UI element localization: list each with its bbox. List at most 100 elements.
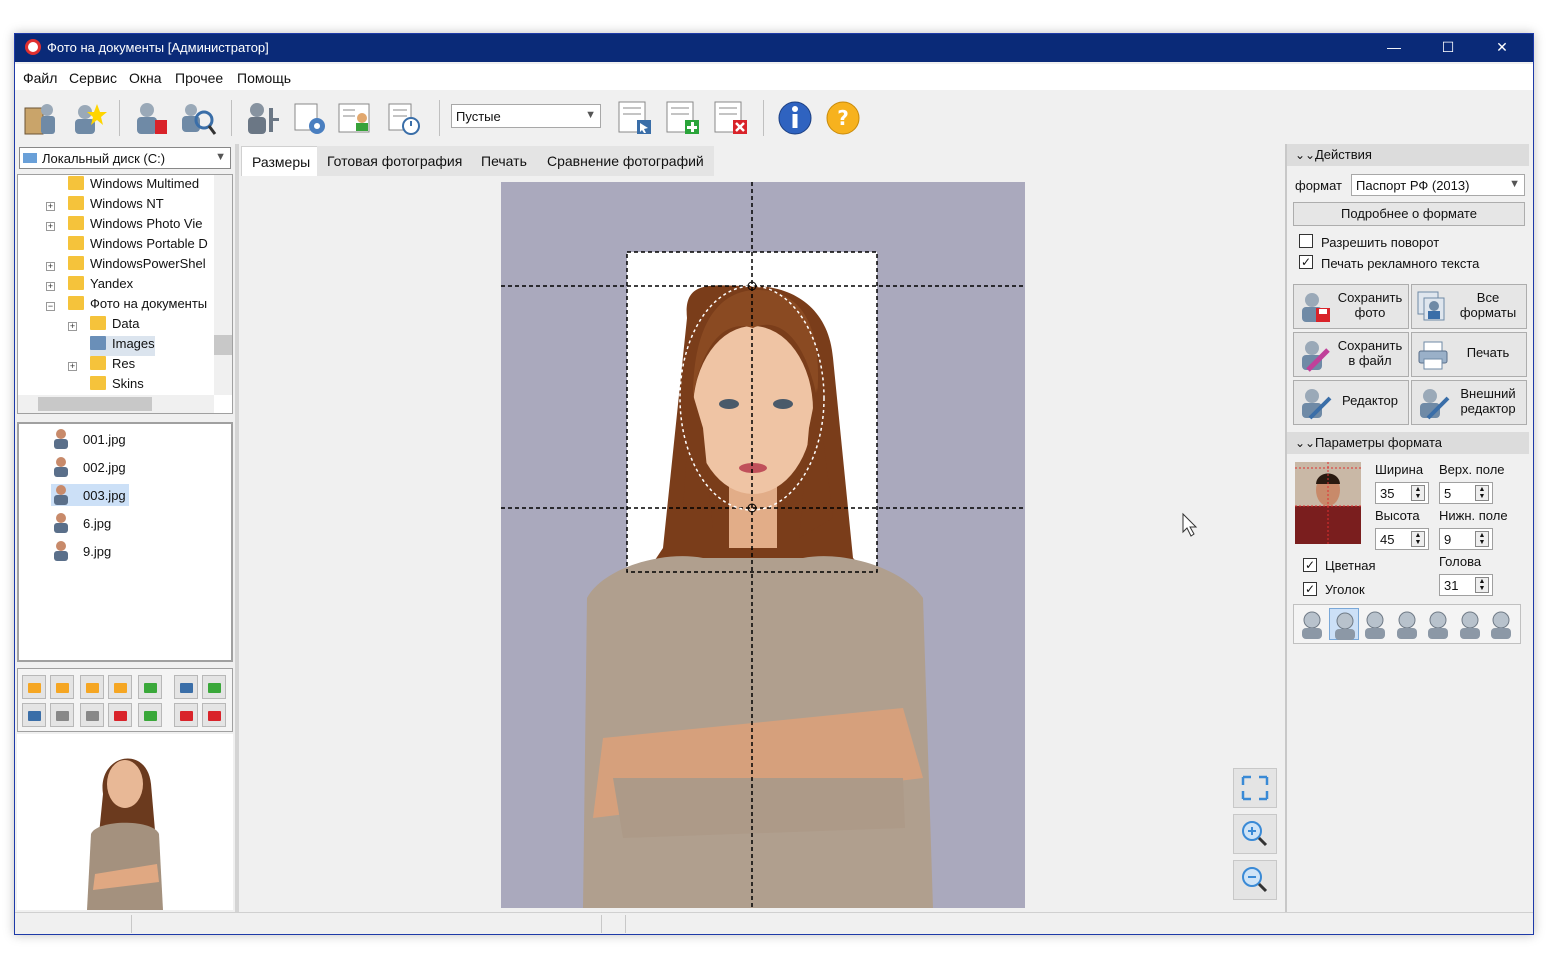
menu-windows[interactable]: Окна [129, 70, 162, 86]
help-icon[interactable]: ? [823, 98, 863, 138]
color-checkbox[interactable]: ✓ [1303, 558, 1317, 572]
find-photo-icon[interactable] [177, 98, 217, 138]
tree-item[interactable]: Windows Portable D [68, 236, 208, 256]
text-color-icon[interactable] [174, 703, 198, 727]
drive-select[interactable]: Локальный диск (C:) ▼ [19, 147, 231, 169]
list-item[interactable]: 6.jpg [51, 512, 111, 534]
format-details-button[interactable]: Подробнее о формате [1293, 202, 1525, 226]
expand-icon[interactable]: + [46, 202, 55, 211]
print-ad-checkbox[interactable]: ✓ [1299, 255, 1313, 269]
head-preset-button[interactable] [1328, 608, 1359, 640]
tree-item[interactable]: Yandex [68, 276, 133, 296]
clear-photo-icon[interactable] [131, 98, 171, 138]
menu-help[interactable]: Помощь [237, 70, 291, 86]
keys-icon[interactable] [243, 98, 283, 138]
width-stepper[interactable]: 35 ▲ ▼ [1375, 482, 1429, 504]
export-folder-icon[interactable] [138, 675, 162, 699]
menu-service[interactable]: Сервис [69, 70, 117, 86]
info-icon[interactable] [775, 98, 815, 138]
move-up-icon[interactable] [50, 703, 74, 727]
expand-icon[interactable]: + [46, 282, 55, 291]
select-item-icon[interactable] [615, 98, 655, 138]
rename-icon[interactable] [22, 703, 46, 727]
tree-item[interactable]: Windows Multimed [68, 176, 199, 196]
allow-rotate-checkbox[interactable] [1299, 234, 1313, 248]
scrollbar-thumb[interactable] [214, 335, 232, 355]
menu-file[interactable]: Файл [23, 70, 57, 86]
tab-print[interactable]: Печать [471, 146, 537, 176]
refresh-down-icon[interactable] [202, 675, 226, 699]
import-text-icon[interactable] [174, 675, 198, 699]
list-item-selected[interactable]: 003.jpg [51, 484, 129, 506]
maximize-button[interactable]: ☐ [1421, 34, 1475, 62]
spin-arrows-icon[interactable]: ▲ ▼ [1475, 531, 1489, 547]
close-button[interactable]: ✕ [1475, 34, 1529, 62]
vertical-scrollbar[interactable] [214, 175, 232, 395]
collapse-icon[interactable]: − [46, 302, 55, 311]
tree-item[interactable]: Windows NT [68, 196, 164, 216]
card-icon[interactable] [335, 98, 375, 138]
zoom-in-button[interactable] [1233, 814, 1277, 854]
head-preset-button[interactable] [1392, 608, 1422, 640]
spin-arrows-icon[interactable]: ▲ ▼ [1475, 485, 1489, 501]
expand-icon[interactable]: + [46, 222, 55, 231]
sync-icon[interactable] [138, 703, 162, 727]
bottom-margin-stepper[interactable]: 9 ▲ ▼ [1439, 528, 1493, 550]
format-select[interactable]: Паспорт РФ (2013) ▼ [1351, 174, 1525, 196]
tree-item[interactable]: Skins [90, 376, 144, 396]
list-item[interactable]: 002.jpg [51, 456, 126, 478]
list-item[interactable]: 9.jpg [51, 540, 111, 562]
fit-to-window-button[interactable] [1233, 768, 1277, 808]
copy-folder-icon[interactable] [108, 675, 132, 699]
tree-item[interactable]: Res [90, 356, 135, 376]
tab-compare[interactable]: Сравнение фотографий [537, 146, 714, 176]
format-params-header[interactable]: ⌄⌄ Параметры формата [1287, 432, 1529, 454]
expand-icon[interactable]: + [68, 362, 77, 371]
spin-arrows-icon[interactable]: ▲ ▼ [1411, 531, 1425, 547]
head-stepper[interactable]: 31 ▲ ▼ [1439, 574, 1493, 596]
expand-icon[interactable]: + [68, 322, 77, 331]
open-folder-icon[interactable] [21, 98, 61, 138]
settings-icon[interactable] [289, 98, 329, 138]
all-formats-button[interactable]: Все форматы [1411, 284, 1527, 329]
corner-checkbox[interactable]: ✓ [1303, 582, 1317, 596]
remove-item-icon[interactable] [711, 98, 751, 138]
tree-item[interactable]: Data [90, 316, 139, 336]
new-folder-icon[interactable] [80, 675, 104, 699]
tree-item[interactable]: WindowsPowerShel [68, 256, 206, 276]
splitter[interactable] [235, 144, 239, 912]
photo-canvas[interactable] [243, 178, 1283, 908]
minimize-button[interactable]: — [1367, 34, 1421, 62]
delete-file-icon[interactable] [108, 703, 132, 727]
head-preset-button[interactable] [1486, 608, 1516, 640]
top-margin-stepper[interactable]: 5 ▲ ▼ [1439, 482, 1493, 504]
tree-item[interactable]: Фото на документы [68, 296, 207, 316]
spin-arrows-icon[interactable]: ▲ ▼ [1475, 577, 1489, 593]
head-preset-button[interactable] [1423, 608, 1453, 640]
print-button[interactable]: Печать [1411, 332, 1527, 377]
head-preset-button[interactable] [1455, 608, 1485, 640]
external-editor-button[interactable]: Внешний редактор [1411, 380, 1527, 425]
add-folder-icon[interactable] [22, 675, 46, 699]
new-photo-icon[interactable] [67, 98, 107, 138]
schedule-icon[interactable] [383, 98, 423, 138]
save-photo-button[interactable]: Сохранить фото [1293, 284, 1409, 329]
filter-select[interactable]: Пустые ▼ [451, 104, 601, 128]
move-down-icon[interactable] [80, 703, 104, 727]
tree-item-selected[interactable]: Images [90, 336, 155, 356]
height-stepper[interactable]: 45 ▲ ▼ [1375, 528, 1429, 550]
remove-folder-icon[interactable] [50, 675, 74, 699]
zoom-out-button[interactable] [1233, 860, 1277, 900]
spin-arrows-icon[interactable]: ▲ ▼ [1411, 485, 1425, 501]
head-preset-button[interactable] [1360, 608, 1390, 640]
menu-other[interactable]: Прочее [175, 70, 223, 86]
actions-header[interactable]: ⌄⌄ Действия [1287, 144, 1529, 166]
tab-ready-photo[interactable]: Готовая фотография [317, 146, 473, 176]
add-item-icon[interactable] [663, 98, 703, 138]
head-preset-button[interactable] [1297, 608, 1327, 640]
horizontal-scrollbar[interactable] [18, 395, 214, 413]
tree-item[interactable]: Windows Photo Vie [68, 216, 203, 236]
list-item[interactable]: 001.jpg [51, 428, 126, 450]
clock-icon[interactable] [202, 703, 226, 727]
scrollbar-thumb[interactable] [38, 397, 152, 411]
